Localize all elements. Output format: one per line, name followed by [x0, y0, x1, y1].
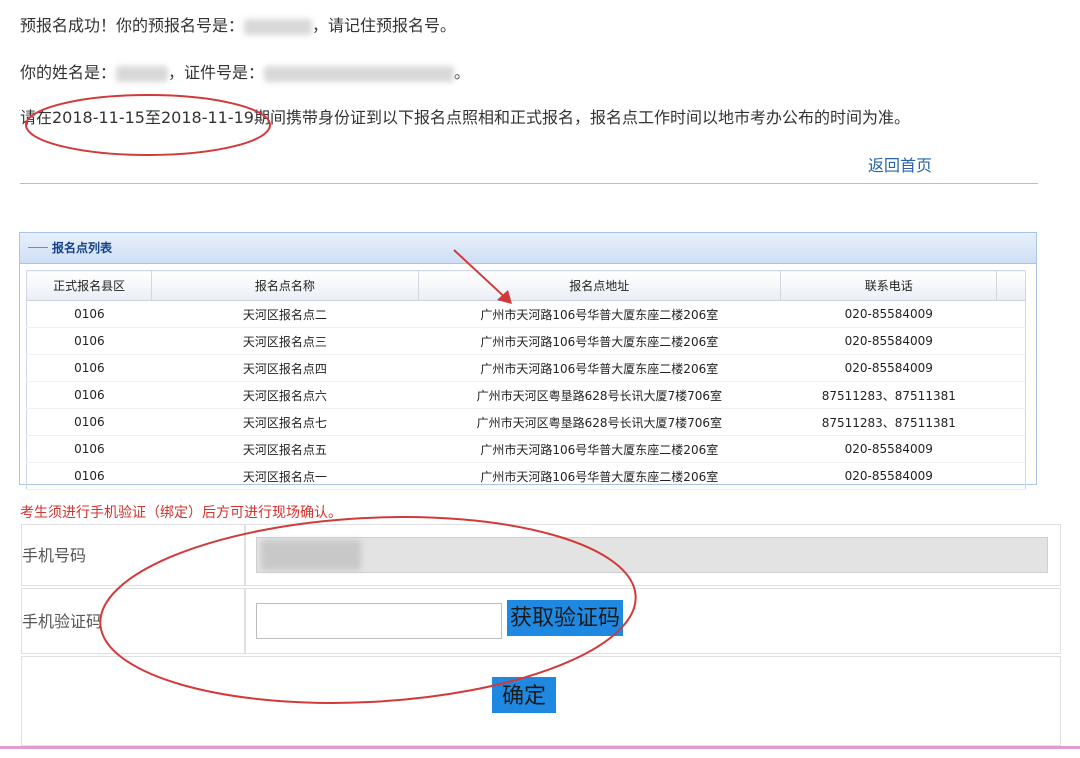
phone-number-redacted	[261, 540, 361, 570]
registration-points-panel: 报名点列表 正式报名县区 报名点名称 报名点地址 联系电话 0106 天河区报名点…	[19, 232, 1037, 490]
cell-address: 广州市天河区粤垦路628号长讯大厦7楼706室	[418, 381, 781, 409]
phone-label: 手机号码	[22, 546, 87, 565]
table-row[interactable]: 0106 天河区报名点五 广州市天河路106号华普大厦东座二楼206室 020-855…	[26, 435, 1026, 463]
cell-filler	[996, 381, 1026, 409]
prereg-number-redacted	[244, 18, 313, 35]
cell-phone: 020-85584009	[780, 300, 997, 328]
code-label: 手机验证码	[22, 612, 103, 631]
cell-address: 广州市天河路106号华普大厦东座二楼206室	[418, 435, 781, 463]
table-header-row: 正式报名县区 报名点名称 报名点地址 联系电话	[26, 270, 1026, 301]
cell-district: 0106	[26, 327, 152, 355]
prereg-text-prefix: 预报名成功！你的预报名号是：	[20, 16, 245, 35]
cell-phone: 020-85584009	[780, 462, 997, 490]
cell-address: 广州市天河路106号华普大厦东座二楼206室	[418, 462, 781, 490]
name-label: 你的姓名是：	[20, 63, 117, 82]
cell-phone: 020-85584009	[780, 327, 997, 355]
cell-district: 0106	[26, 435, 152, 463]
table-row[interactable]: 0106 天河区报名点六 广州市天河区粤垦路628号长讯大厦7楼706室 875112…	[26, 381, 1026, 409]
cell-filler	[996, 300, 1026, 328]
column-header-district[interactable]: 正式报名县区	[26, 270, 153, 301]
bottom-accent-bar	[0, 746, 1080, 749]
cell-point-name: 天河区报名点五	[151, 435, 418, 463]
cell-district: 0106	[26, 408, 152, 436]
cell-address: 广州市天河路106号华普大厦东座二楼206室	[418, 327, 781, 355]
table-row[interactable]: 0106 天河区报名点七 广州市天河区粤垦路628号长讯大厦7楼706室 875112…	[26, 408, 1026, 436]
cell-address: 广州市天河区粤垦路628号长讯大厦7楼706室	[418, 408, 781, 436]
cell-point-name: 天河区报名点四	[151, 354, 418, 382]
cell-address: 广州市天河路106号华普大厦东座二楼206室	[418, 354, 781, 382]
id-label: ，证件号是：	[168, 63, 265, 82]
registration-instruction: 请在2018-11-15至2018-11-19期间携带身份证到以下报名点照相和正…	[20, 108, 910, 127]
back-home-link[interactable]: 返回首页	[868, 152, 932, 176]
cell-district: 0106	[26, 462, 152, 490]
phone-input[interactable]	[256, 537, 1048, 573]
cell-point-name: 天河区报名点二	[151, 300, 418, 328]
cell-phone: 87511283、87511381	[780, 408, 997, 436]
table-row[interactable]: 0106 天河区报名点一 广州市天河路106号华普大厦东座二楼206室 020-855…	[26, 462, 1026, 490]
cell-filler	[996, 327, 1026, 355]
prereg-text-suffix: ，请记住预报名号。	[312, 16, 457, 35]
applicant-info-line: 你的姓名是： ，证件号是： 。	[20, 59, 470, 83]
cell-point-name: 天河区报名点一	[151, 462, 418, 490]
registration-points-table: 正式报名县区 报名点名称 报名点地址 联系电话 0106 天河区报名点二 广州市天河…	[26, 270, 1026, 490]
cell-point-name: 天河区报名点七	[151, 408, 418, 436]
cell-point-name: 天河区报名点三	[151, 327, 418, 355]
column-header-address[interactable]: 报名点地址	[418, 270, 782, 301]
cell-district: 0106	[26, 381, 152, 409]
verification-code-input[interactable]	[256, 603, 502, 639]
table-row[interactable]: 0106 天河区报名点三 广州市天河路106号华普大厦东座二楼206室 020-855…	[26, 327, 1026, 355]
get-code-button[interactable]: 获取验证码	[507, 600, 624, 636]
code-label-cell: 手机验证码	[21, 588, 245, 654]
table-row[interactable]: 0106 天河区报名点四 广州市天河路106号华普大厦东座二楼206室 020-855…	[26, 354, 1026, 382]
name-redacted	[116, 65, 169, 82]
column-header-filler	[996, 270, 1026, 301]
divider	[20, 183, 1038, 184]
cell-point-name: 天河区报名点六	[151, 381, 418, 409]
cell-filler	[996, 354, 1026, 382]
table-row[interactable]: 0106 天河区报名点二 广州市天河路106号华普大厦东座二楼206室 020-855…	[26, 300, 1026, 328]
cell-district: 0106	[26, 354, 152, 382]
id-number-redacted	[264, 65, 455, 82]
prereg-success-message: 预报名成功！你的预报名号是： ，请记住预报名号。	[20, 12, 456, 36]
line2-suffix: 。	[454, 63, 471, 82]
confirm-button[interactable]: 确定	[492, 677, 556, 713]
cell-filler	[996, 408, 1026, 436]
phone-label-cell: 手机号码	[21, 524, 245, 586]
cell-filler	[996, 435, 1026, 463]
column-header-phone[interactable]: 联系电话	[780, 270, 998, 301]
panel-title: 报名点列表	[20, 233, 1036, 264]
cell-filler	[996, 462, 1026, 490]
column-header-point-name[interactable]: 报名点名称	[151, 270, 419, 301]
cell-address: 广州市天河路106号华普大厦东座二楼206室	[418, 300, 781, 328]
cell-phone: 020-85584009	[780, 354, 997, 382]
cell-phone: 020-85584009	[780, 435, 997, 463]
table-body: 0106 天河区报名点二 广州市天河路106号华普大厦东座二楼206室 020-855…	[26, 300, 1026, 490]
phone-verification-notice: 考生须进行手机验证（绑定）后方可进行现场确认。	[20, 505, 342, 521]
cell-district: 0106	[26, 300, 152, 328]
cell-phone: 87511283、87511381	[780, 381, 997, 409]
